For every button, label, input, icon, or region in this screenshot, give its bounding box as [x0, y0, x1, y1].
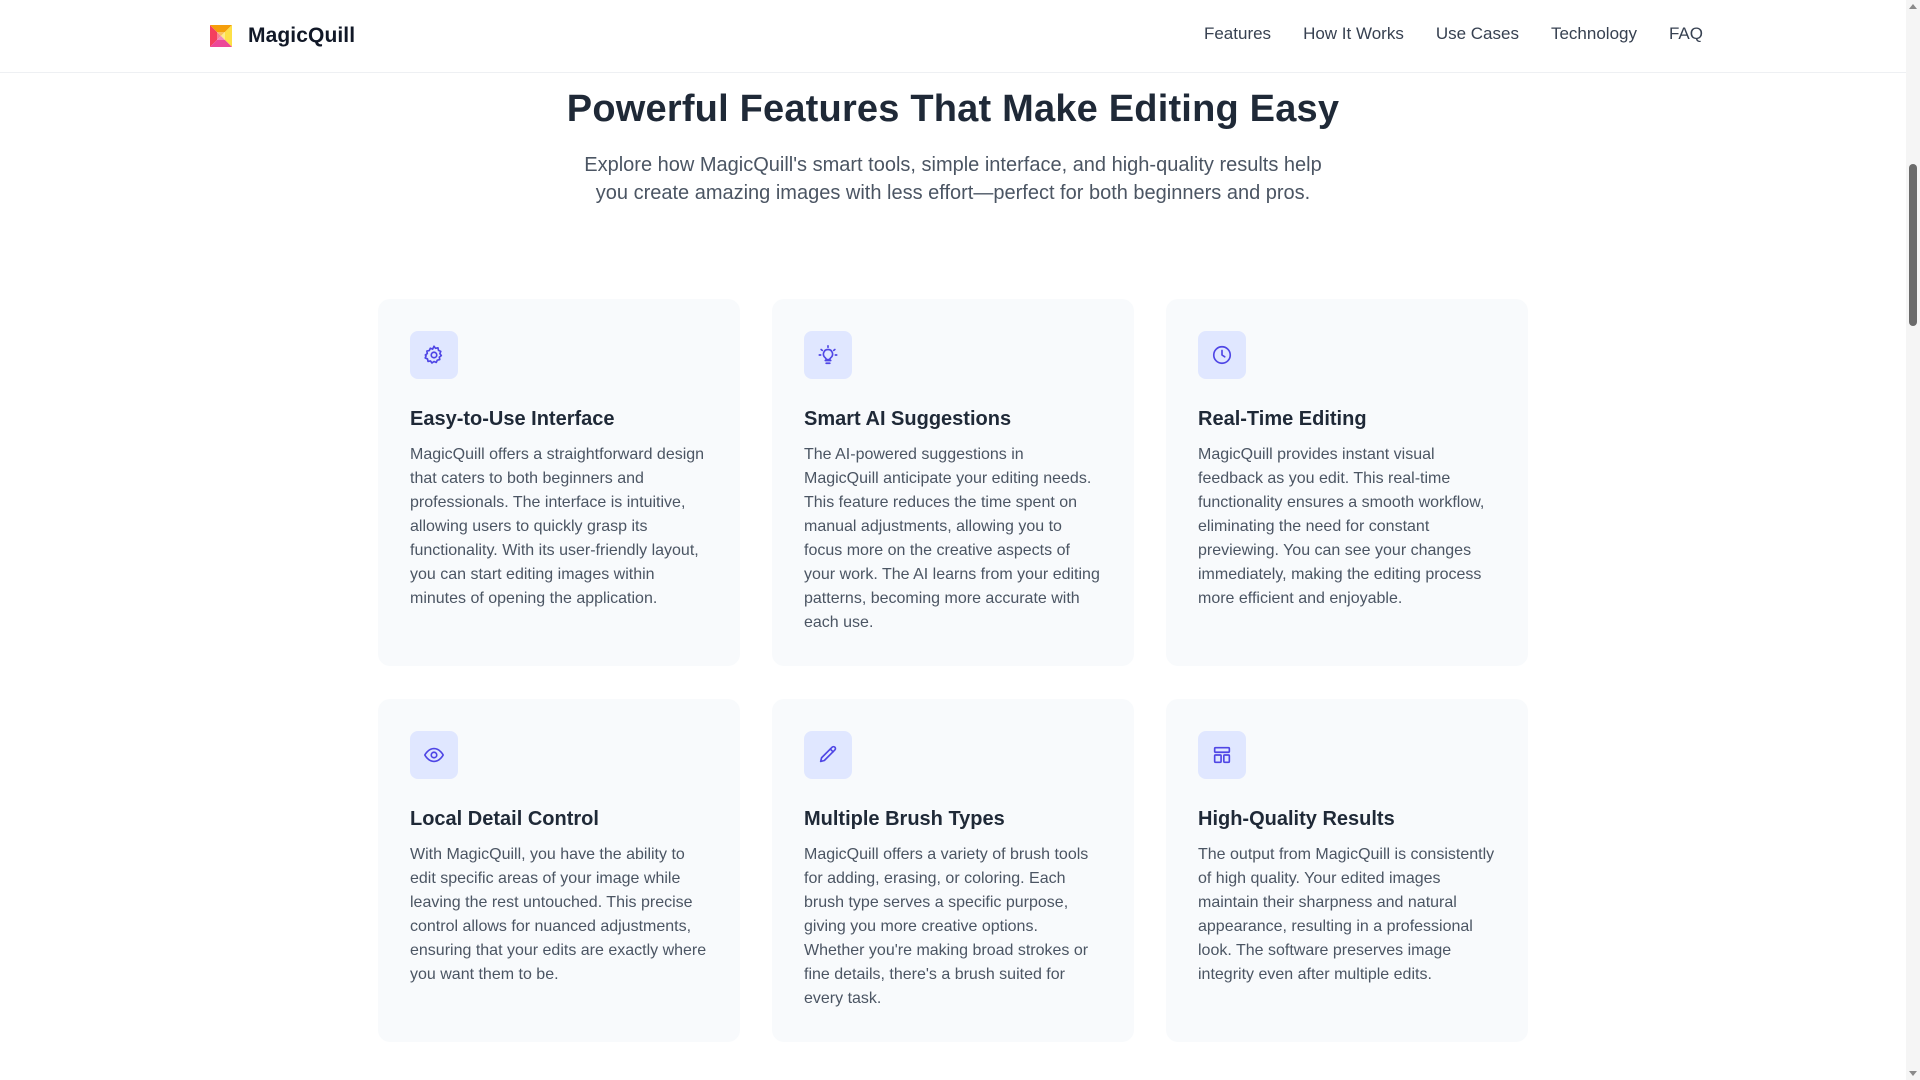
feature-title: Smart AI Suggestions — [804, 408, 1012, 430]
scroll-up-arrow-icon[interactable] — [1909, 4, 1917, 9]
pencil-icon — [819, 745, 837, 763]
page-scrollbar[interactable] — [1906, 0, 1920, 1080]
feature-card-high-quality: High-Quality Results The output from Mag… — [1166, 699, 1528, 1042]
lightbulb-icon — [818, 345, 838, 365]
feature-description: The output from MagicQuill is consistent… — [1198, 846, 1495, 983]
layout-icon — [1213, 746, 1231, 764]
feature-title: Local Detail Control — [410, 808, 599, 830]
page: MagicQuill Features How It Works Use Cas… — [0, 0, 1920, 1080]
feature-card-local-detail: Local Detail Control With MagicQuill, yo… — [378, 699, 740, 1042]
feature-description: MagicQuill offers a variety of brush too… — [804, 846, 1089, 1007]
feature-description: MagicQuill offers a straightforward desi… — [410, 446, 705, 607]
magicquill-logo-icon — [210, 25, 232, 47]
feature-title: Easy-to-Use Interface — [410, 408, 615, 430]
feature-icon-box — [804, 331, 852, 379]
scroll-down-arrow-icon[interactable] — [1909, 1071, 1917, 1076]
feature-description: With MagicQuill, you have the ability to… — [410, 846, 707, 983]
feature-description: The AI-powered suggestions in MagicQuill… — [804, 446, 1100, 631]
feature-icon-box — [410, 331, 458, 379]
feature-icon-box — [410, 731, 458, 779]
feature-icon-box — [1198, 731, 1246, 779]
brand[interactable]: MagicQuill — [208, 22, 355, 50]
gear-icon — [424, 345, 443, 364]
brand-name: MagicQuill — [248, 24, 356, 47]
feature-card-easy-to-use: Easy-to-Use Interface MagicQuill offers … — [378, 299, 740, 666]
feature-title: High-Quality Results — [1198, 808, 1395, 830]
feature-title: Multiple Brush Types — [804, 808, 1005, 830]
nav-technology[interactable]: Technology — [1551, 24, 1637, 44]
main-nav: Features How It Works Use Cases Technolo… — [1204, 24, 1703, 44]
section-subtitle: Explore how MagicQuill's smart tools, si… — [584, 154, 1322, 204]
eye-icon — [424, 747, 444, 763]
nav-how-it-works[interactable]: How It Works — [1303, 24, 1404, 44]
feature-description: MagicQuill provides instant visual feedb… — [1198, 446, 1485, 607]
feature-card-multiple-brush: Multiple Brush Types MagicQuill offers a… — [772, 699, 1134, 1042]
scrollbar-thumb[interactable] — [1909, 164, 1917, 326]
feature-card-smart-ai: Smart AI Suggestions The AI-powered sugg… — [772, 299, 1134, 666]
nav-features[interactable]: Features — [1204, 24, 1271, 44]
site-header: MagicQuill Features How It Works Use Cas… — [0, 0, 1906, 73]
section-title: Powerful Features That Make Editing Easy — [566, 88, 1340, 130]
clock-icon — [1212, 345, 1232, 365]
feature-icon-box — [1198, 331, 1246, 379]
feature-card-real-time: Real-Time Editing MagicQuill provides in… — [1166, 299, 1528, 666]
nav-use-cases[interactable]: Use Cases — [1436, 24, 1519, 44]
feature-title: Real-Time Editing — [1198, 408, 1367, 430]
feature-icon-box — [804, 731, 852, 779]
nav-faq[interactable]: FAQ — [1669, 24, 1703, 44]
